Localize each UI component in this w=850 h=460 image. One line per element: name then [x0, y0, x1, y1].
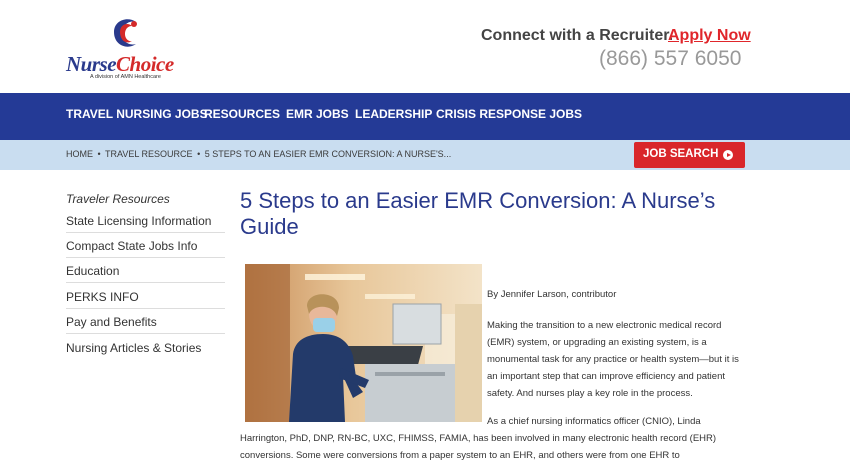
phone-number[interactable]: (866) 557 6050 [599, 47, 741, 71]
sidebar-item-compact-state[interactable]: Compact State Jobs Info [66, 233, 225, 258]
breadcrumb-separator: • [97, 149, 101, 159]
nursechoice-logo[interactable]: NurseChoice A division of AMN Healthcare [62, 14, 192, 84]
sidebar-title: Traveler Resources [66, 192, 170, 206]
article-byline: By Jennifer Larson, contributor [487, 289, 617, 300]
sidebar-item-nursing-articles[interactable]: Nursing Articles & Stories [66, 335, 225, 360]
arrow-right-icon [723, 150, 733, 160]
article-paragraph: Making the transition to a new electroni… [487, 320, 739, 399]
sidebar-item-perks-info[interactable]: PERKS INFO [66, 284, 225, 309]
apply-now-link[interactable]: Apply Now [668, 27, 751, 45]
breadcrumb-current: 5 STEPS TO AN EASIER EMR CONVERSION: A N… [204, 149, 452, 159]
article-paragraph: As a chief nursing informatics officer (… [240, 416, 717, 460]
nurse-at-computer-image [245, 264, 482, 422]
breadcrumb: HOME • TRAVEL RESOURCE • 5 STEPS TO AN E… [66, 149, 453, 159]
site-header: NurseChoice A division of AMN Healthcare… [0, 0, 850, 93]
sidebar-item-pay-benefits[interactable]: Pay and Benefits [66, 309, 225, 334]
sidebar-item-state-licensing[interactable]: State Licensing Information [66, 208, 225, 233]
breadcrumb-separator: • [197, 149, 201, 159]
nav-travel-nursing-jobs[interactable]: TRAVEL NURSING JOBS [66, 107, 208, 121]
nav-leadership[interactable]: LEADERSHIP [355, 107, 432, 121]
breadcrumb-travel-resource[interactable]: TRAVEL RESOURCE [105, 149, 193, 159]
connect-recruiter-text: Connect with a Recruiter. [481, 27, 674, 44]
main-nav: TRAVEL NURSING JOBS RESOURCES EMR JOBS L… [0, 93, 850, 140]
logo-mark-icon [114, 19, 137, 47]
sidebar-item-education[interactable]: Education [66, 258, 225, 283]
logo-tagline: A division of AMN Healthcare [90, 74, 161, 80]
article-photo [245, 264, 482, 422]
breadcrumb-home[interactable]: HOME [66, 149, 93, 159]
nav-emr-jobs[interactable]: EMR JOBS [286, 107, 349, 121]
nav-resources[interactable]: RESOURCES [204, 107, 280, 121]
nav-crisis-response-jobs[interactable]: CRISIS RESPONSE JOBS [436, 107, 582, 121]
job-search-button[interactable]: JOB SEARCH [634, 142, 745, 168]
article-title: 5 Steps to an Easier EMR Conversion: A N… [240, 188, 716, 239]
job-search-label: JOB SEARCH [643, 148, 719, 160]
